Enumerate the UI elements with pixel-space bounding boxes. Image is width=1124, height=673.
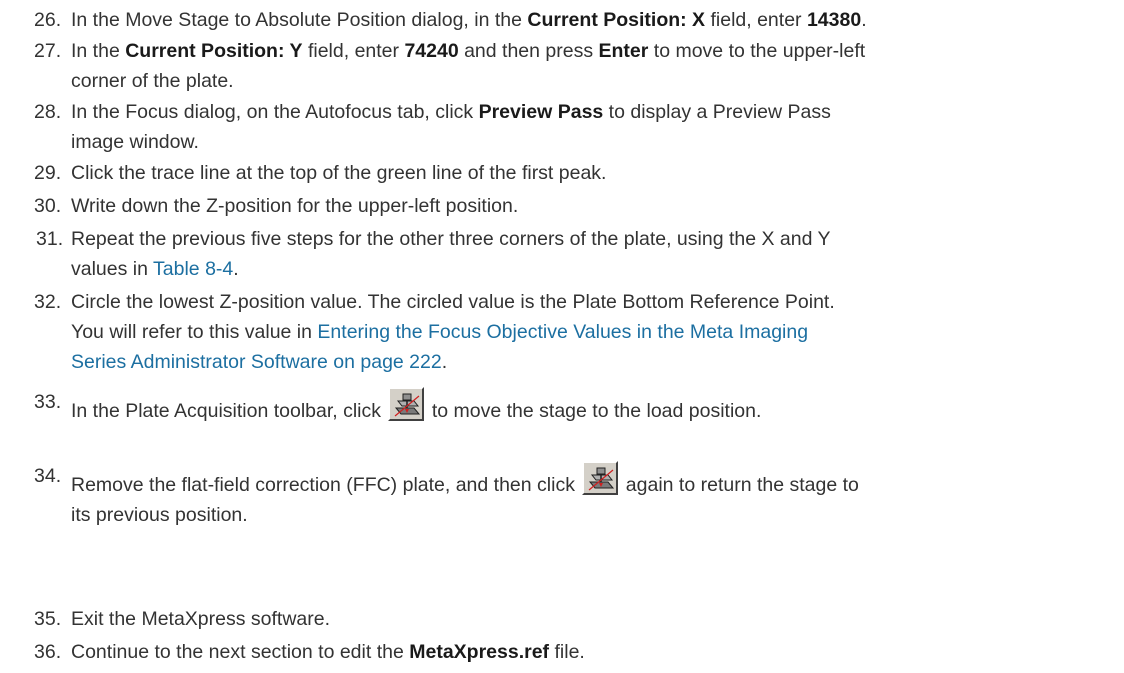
step-number: 34. — [34, 465, 62, 487]
step-text: Write down the Z-position for the upper-… — [71, 195, 519, 217]
step-number: 33. — [34, 391, 62, 413]
step-number: 36. — [34, 641, 62, 663]
focus-objective-values-link-cont[interactable]: Series Administrator Software on page 22… — [71, 351, 442, 373]
focus-objective-values-link[interactable]: Entering the Focus Objective Values in t… — [317, 321, 808, 343]
table-8-4-link[interactable]: Table 8-4 — [153, 258, 233, 280]
button-name: Preview Pass — [478, 101, 604, 123]
step-number: 31. — [36, 228, 64, 250]
step-number: 27. — [34, 40, 62, 62]
field-name: Current Position: Y — [125, 40, 303, 62]
procedure-page: 26. In the Move Stage to Absolute Positi… — [0, 0, 1124, 673]
step-number: 28. — [34, 101, 62, 123]
step-number: 32. — [34, 291, 62, 313]
step-text: In the Current Position: Y field, enter … — [71, 40, 866, 92]
step-text: In the Plate Acquisition toolbar, click … — [71, 387, 1111, 426]
key-name: Enter — [598, 40, 649, 62]
step-text: Remove the flat-field correction (FFC) p… — [71, 461, 1111, 530]
step-text: In the Focus dialog, on the Autofocus ta… — [71, 101, 831, 153]
step-number: 35. — [34, 608, 62, 630]
step-text: Click the trace line at the top of the g… — [71, 162, 607, 184]
value: 14380 — [806, 9, 862, 31]
field-name: Current Position: X — [527, 9, 706, 31]
step-number: 26. — [34, 9, 62, 31]
step-number: 29. — [34, 162, 62, 184]
step-text: Repeat the previous five steps for the o… — [71, 228, 831, 280]
step-text: Exit the MetaXpress software. — [71, 608, 331, 630]
step-number: 30. — [34, 195, 62, 217]
value: 74240 — [404, 40, 459, 62]
step-text: In the Move Stage to Absolute Position d… — [71, 9, 867, 31]
file-name: MetaXpress.ref — [409, 641, 550, 663]
step-text: Continue to the next section to edit the… — [71, 641, 585, 663]
stage-load-position-icon[interactable] — [582, 461, 619, 495]
step-text: Circle the lowest Z-position value. The … — [71, 291, 835, 373]
stage-load-position-icon[interactable] — [388, 387, 425, 421]
